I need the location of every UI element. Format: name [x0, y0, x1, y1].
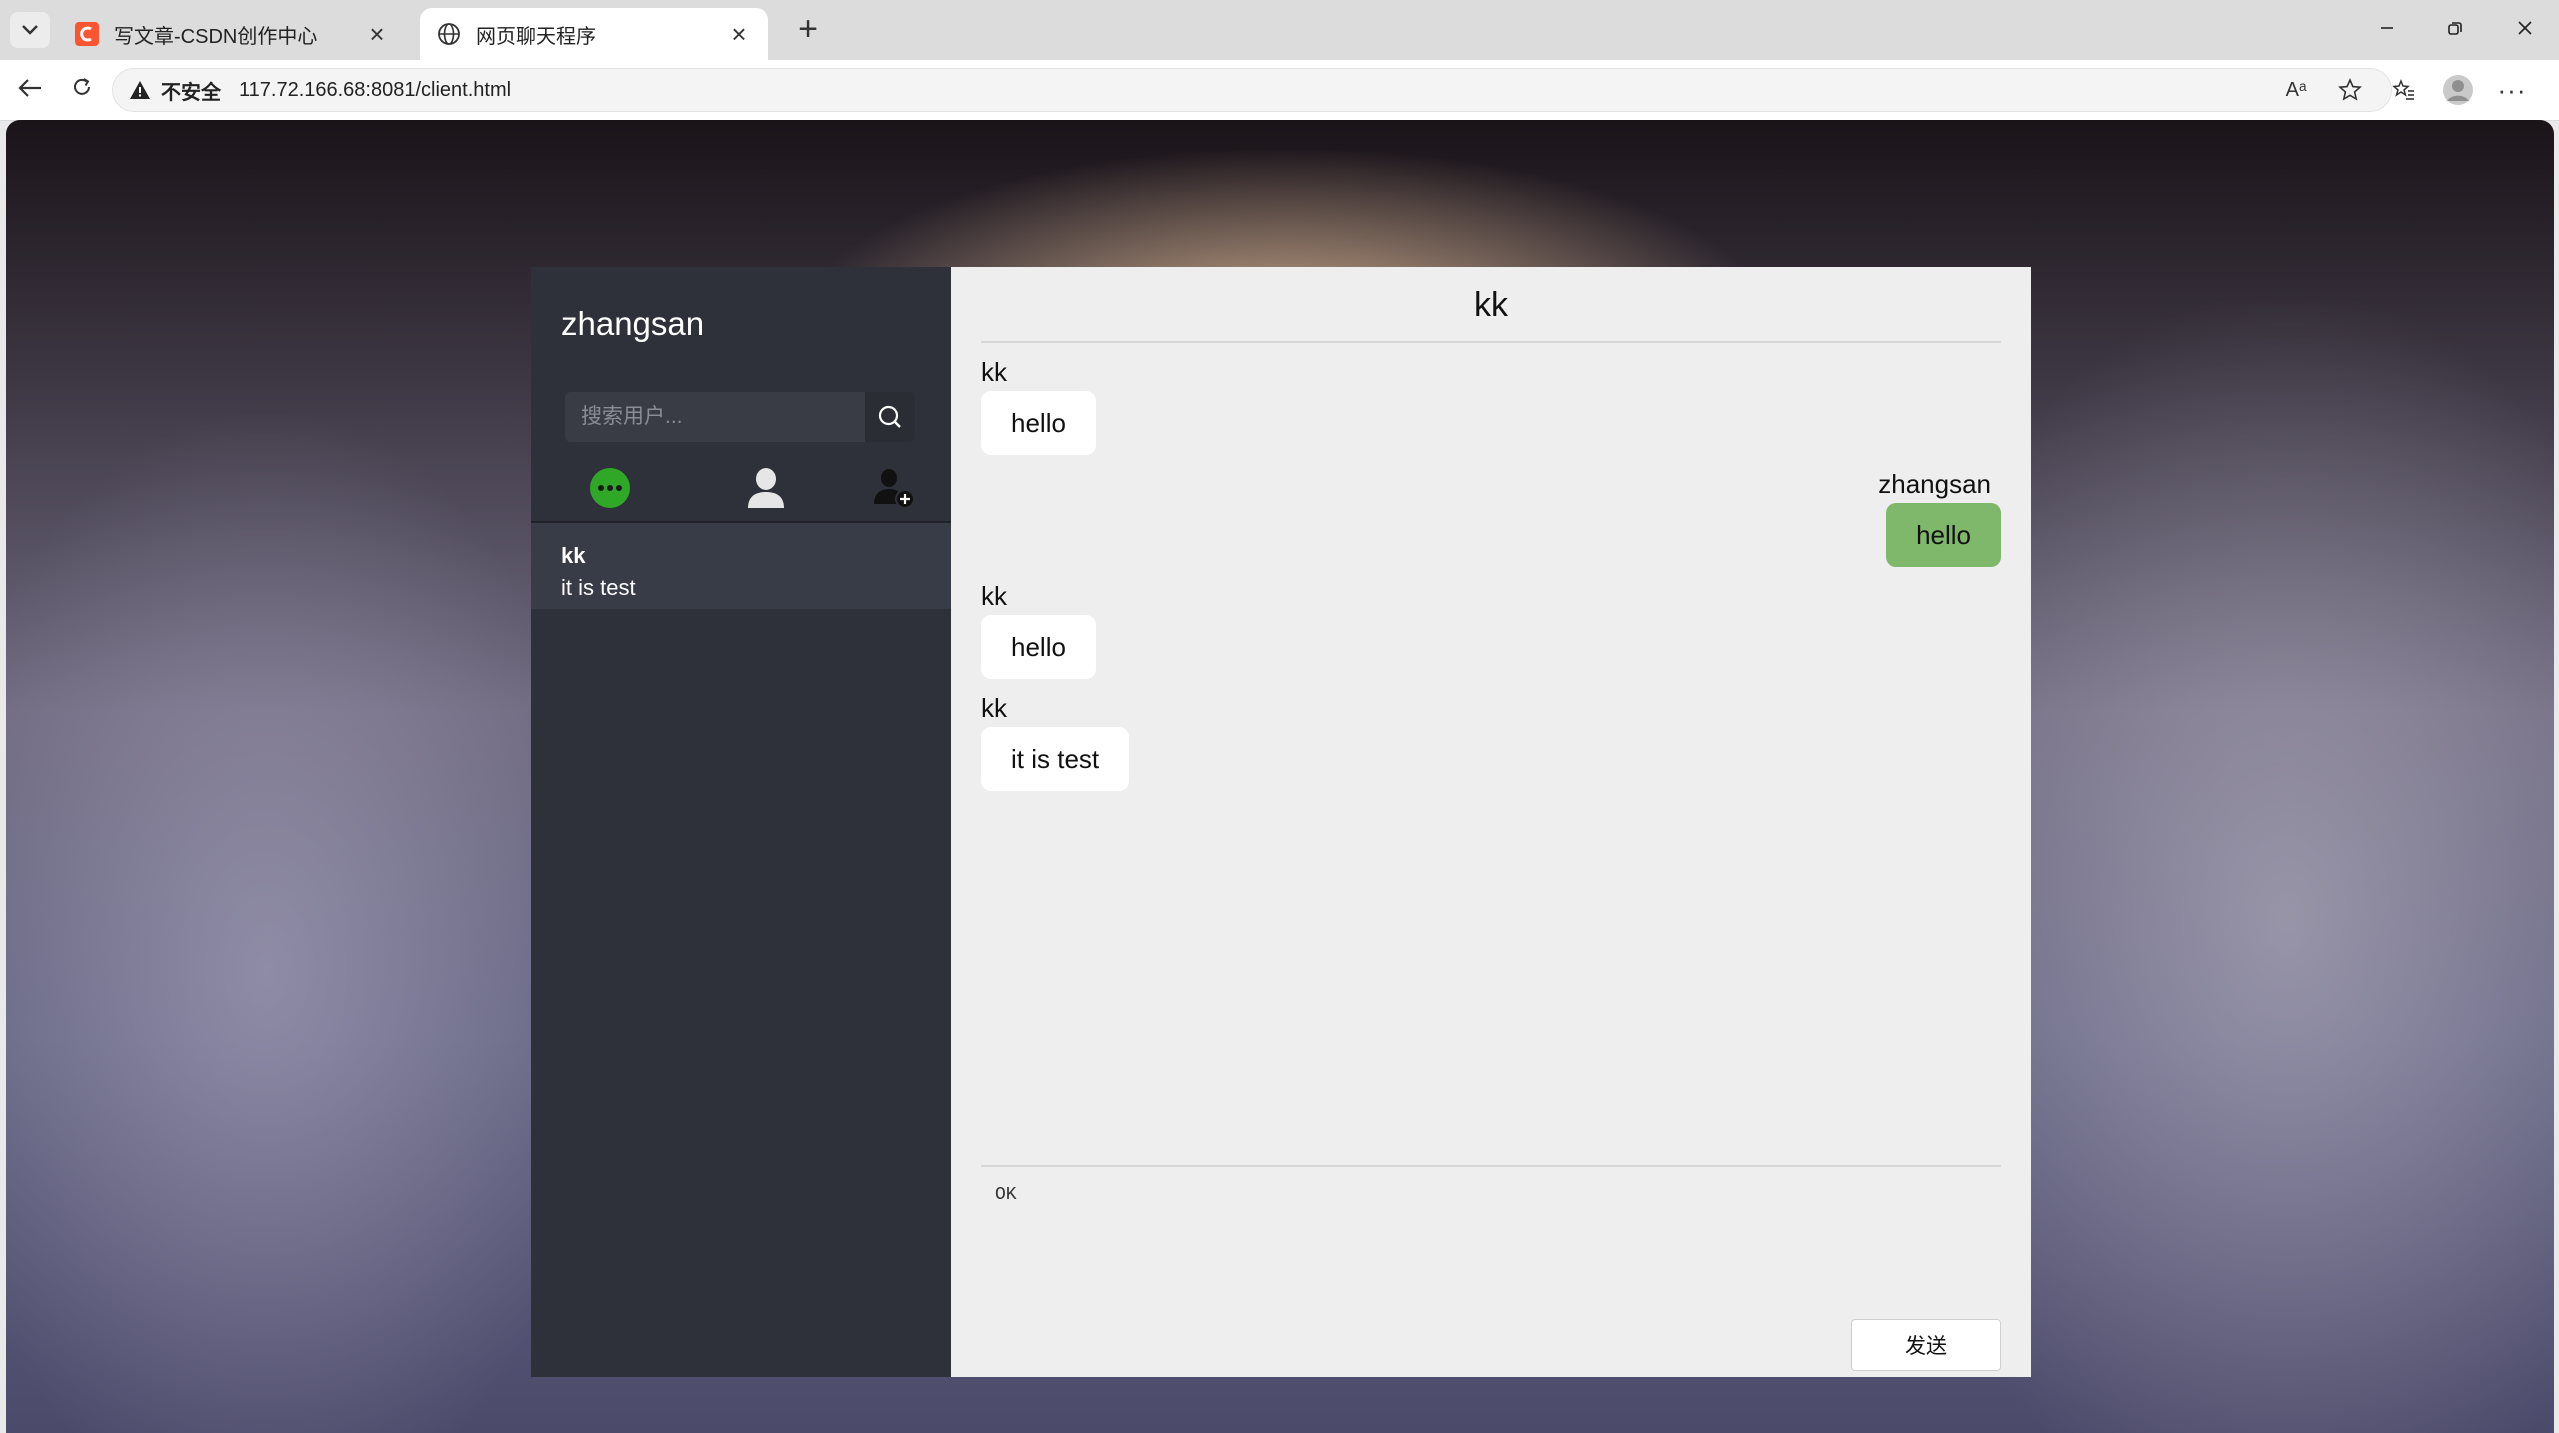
restore-icon: [2448, 22, 2462, 35]
chat-bubble-icon: [590, 468, 630, 508]
message-bubble: it is test: [981, 727, 1130, 791]
tab-title: 写文章-CSDN创作中心: [114, 25, 318, 48]
favorite-star-button[interactable]: [2327, 68, 2373, 112]
star-icon: [2338, 78, 2362, 101]
chat-app: zhangsan 搜索用户... kk it is test kk kk hel…: [531, 267, 2031, 1377]
avatar-icon: [2443, 75, 2473, 105]
search-box: [565, 392, 915, 442]
back-button[interactable]: [10, 72, 50, 108]
message-item: kk it is test: [981, 693, 2001, 791]
message-sender: kk: [981, 581, 1007, 611]
tab-actions-menu-button[interactable]: [10, 12, 50, 48]
close-icon: [2518, 21, 2532, 35]
sidebar-tabs: [531, 457, 951, 523]
warning-triangle-icon: [130, 81, 150, 99]
send-button[interactable]: 发送: [1851, 1319, 2001, 1371]
message-item-own: zhangsan hello: [981, 469, 2001, 567]
browser-tab-chat[interactable]: 网页聊天程序 ×: [420, 8, 768, 60]
message-composer: OK 发送: [981, 1165, 2001, 1371]
chevron-down-icon: [22, 25, 38, 35]
translate-icon: Aᵃ: [2285, 78, 2307, 101]
message-input[interactable]: OK: [981, 1177, 2001, 1337]
reload-button[interactable]: [62, 72, 102, 108]
toolbar-actions: Aᵃ ···: [2273, 68, 2535, 112]
message-item: kk hello: [981, 357, 2001, 455]
tab-add-friend[interactable]: [871, 465, 917, 511]
message-bubble: hello: [981, 391, 1096, 455]
minimize-icon: [2381, 27, 2393, 29]
favorites-icon: [2392, 78, 2414, 100]
message-list: kk hello zhangsan hello kk hello kk it i…: [981, 357, 2001, 805]
more-dots-icon: ···: [2497, 74, 2527, 105]
browser-tab-bar: 写文章-CSDN创作中心 × 网页聊天程序 × +: [0, 0, 2559, 60]
message-sender: kk: [981, 693, 1007, 723]
more-menu-button[interactable]: ···: [2489, 68, 2535, 112]
search-input[interactable]: [565, 392, 865, 442]
user-icon: [748, 468, 784, 508]
browser-toolbar: 不安全 117.72.166.68:8081/client.html Aᵃ ··…: [0, 60, 2559, 121]
security-label[interactable]: 不安全: [161, 76, 221, 105]
restore-window-button[interactable]: [2425, 10, 2485, 50]
session-name: kk: [561, 543, 586, 568]
message-bubble: hello: [1886, 503, 2001, 567]
url-text[interactable]: 117.72.166.68:8081/client.html: [239, 79, 511, 102]
sidebar: zhangsan 搜索用户... kk it is test: [531, 267, 951, 1377]
add-user-icon: [874, 469, 915, 509]
translate-button[interactable]: Aᵃ: [2273, 68, 2319, 112]
tab-title: 网页聊天程序: [476, 25, 596, 48]
address-bar[interactable]: 不安全 117.72.166.68:8081/client.html: [112, 68, 2392, 112]
close-tab-icon[interactable]: ×: [364, 19, 390, 50]
favorites-list-button[interactable]: [2381, 68, 2427, 112]
message-sender: zhangsan: [1878, 469, 1991, 499]
current-username: zhangsan: [561, 305, 705, 342]
arrow-left-icon: [18, 79, 41, 97]
close-tab-icon[interactable]: ×: [726, 19, 752, 50]
close-window-button[interactable]: [2495, 10, 2555, 50]
browser-tab-csdn[interactable]: 写文章-CSDN创作中心 ×: [58, 8, 406, 60]
search-button[interactable]: [865, 392, 915, 442]
csdn-c-icon: [75, 22, 99, 46]
session-item[interactable]: kk it is test: [531, 523, 951, 609]
globe-icon: [438, 23, 460, 45]
profile-button[interactable]: [2435, 68, 2481, 112]
message-sender: kk: [981, 357, 1007, 387]
chat-title: kk: [981, 267, 2001, 343]
message-item: kk hello: [981, 581, 2001, 679]
message-bubble: hello: [981, 615, 1096, 679]
search-icon: [878, 405, 901, 428]
reload-icon: [74, 78, 90, 95]
tab-chat[interactable]: [587, 465, 633, 511]
minimize-window-button[interactable]: [2357, 10, 2417, 50]
new-tab-button[interactable]: +: [788, 12, 828, 48]
session-last-message: it is test: [561, 575, 636, 600]
chat-panel: kk kk hello zhangsan hello kk hello kk i…: [951, 267, 2031, 1377]
tab-contacts[interactable]: [743, 465, 789, 511]
